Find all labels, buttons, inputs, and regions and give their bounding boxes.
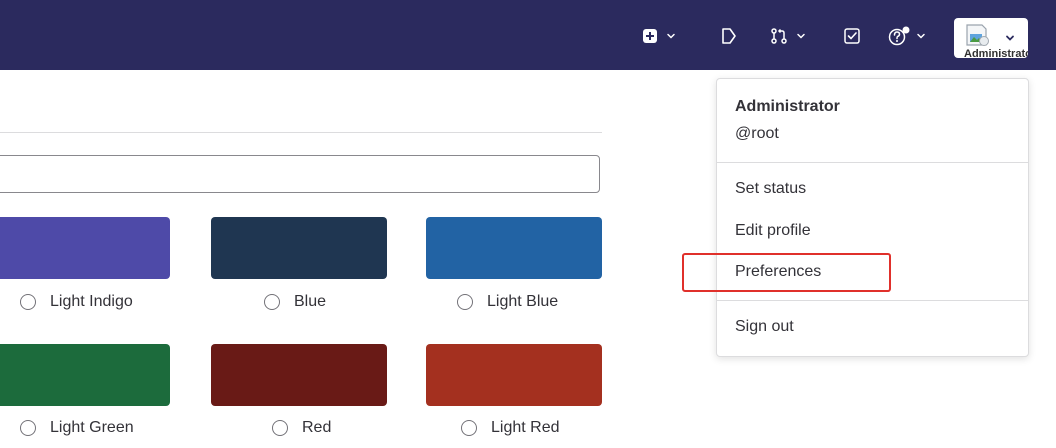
user-dropdown-menu: Administrator @root Set status Edit prof… — [716, 78, 1029, 357]
user-display-name: Administrator — [735, 98, 840, 115]
theme-option-blue[interactable]: Blue — [264, 291, 326, 313]
todos-button[interactable] — [843, 26, 861, 46]
radio-button[interactable] — [264, 294, 280, 310]
todo-icon — [844, 28, 860, 44]
theme-swatch-light-green[interactable] — [0, 344, 170, 406]
radio-button[interactable] — [461, 420, 477, 436]
theme-swatch-light-indigo[interactable] — [0, 217, 170, 279]
help-button[interactable] — [888, 26, 926, 46]
text-input[interactable] — [0, 155, 600, 193]
chevron-down-icon — [797, 33, 805, 39]
theme-label: Red — [302, 419, 332, 436]
theme-label: Light Green — [50, 419, 134, 436]
create-new-button[interactable] — [642, 26, 676, 46]
chevron-down-icon — [917, 33, 925, 39]
chevron-down-icon — [1006, 35, 1014, 41]
issues-icon — [722, 28, 736, 44]
theme-option-red[interactable]: Red — [272, 417, 331, 439]
theme-swatch-light-blue[interactable] — [426, 217, 602, 279]
radio-button[interactable] — [272, 420, 288, 436]
theme-option-light-green[interactable]: Light Green — [20, 417, 134, 439]
menu-divider — [717, 162, 1028, 163]
chevron-down-icon — [667, 33, 675, 39]
radio-button[interactable] — [20, 294, 36, 310]
highlight-annotation — [682, 253, 891, 292]
top-navbar: Administrator — [0, 0, 1056, 70]
radio-button[interactable] — [20, 420, 36, 436]
theme-label: Light Indigo — [50, 293, 133, 310]
theme-label: Light Red — [491, 419, 560, 436]
issues-button[interactable] — [721, 26, 737, 46]
theme-option-light-indigo[interactable]: Light Indigo — [20, 291, 133, 313]
sign-out-item[interactable]: Sign out — [717, 309, 1028, 345]
user-menu-button[interactable]: Administrator — [954, 18, 1028, 58]
set-status-item[interactable]: Set status — [717, 171, 1028, 207]
theme-option-light-blue[interactable]: Light Blue — [457, 291, 558, 313]
theme-swatch-red[interactable] — [211, 344, 387, 406]
menu-divider — [717, 300, 1028, 301]
theme-label: Blue — [294, 293, 327, 310]
merge-request-icon — [771, 28, 787, 44]
theme-label: Light Blue — [487, 293, 559, 310]
theme-swatch-light-red[interactable] — [426, 344, 602, 406]
merge-requests-button[interactable] — [770, 26, 806, 46]
theme-swatch-blue[interactable] — [211, 217, 387, 279]
broken-image-icon — [966, 24, 989, 46]
user-handle: @root — [735, 125, 779, 142]
section-divider — [0, 132, 602, 133]
radio-button[interactable] — [457, 294, 473, 310]
avatar-alt-text: Administrator — [964, 48, 1028, 58]
help-icon — [888, 26, 910, 46]
theme-option-light-red[interactable]: Light Red — [461, 417, 560, 439]
edit-profile-item[interactable]: Edit profile — [717, 213, 1028, 249]
plus-square-icon — [643, 29, 657, 43]
